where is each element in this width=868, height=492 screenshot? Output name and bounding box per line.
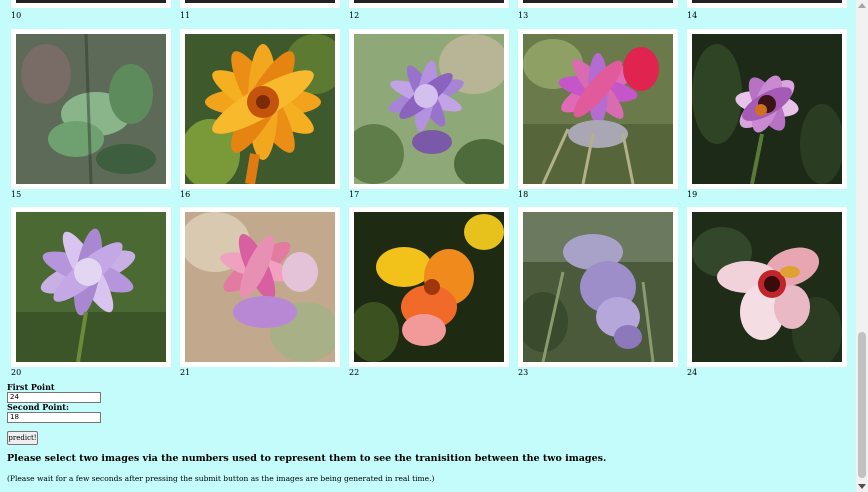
scroll-up-icon[interactable] [858,3,866,8]
image-number-label: 17 [349,190,360,199]
image-number-label: 23 [518,368,529,377]
scrollbar-thumb[interactable] [858,332,866,478]
image-number-label: 14 [687,11,698,20]
image-tile-partial[interactable] [349,0,509,8]
vertical-scrollbar[interactable] [856,0,868,492]
image-tile-21[interactable] [180,207,340,367]
white-pink-flower-image [692,212,842,362]
purple-wisteria-image [523,212,673,362]
second-point-label: Second Point: [7,402,69,412]
image-number-label: 22 [349,368,360,377]
second-point-input[interactable]: 18 [7,412,101,423]
image-number-label: 24 [687,368,698,377]
pink-lily-image [185,212,335,362]
instructions-text: Please select two images via the numbers… [7,453,607,464]
image-tile-partial[interactable] [687,0,847,8]
yellow-orange-flower-image [354,212,504,362]
lavender-thistle-image [16,212,166,362]
image-tile-partial[interactable] [518,0,678,8]
image-number-label: 21 [180,368,191,377]
image-tile-partial[interactable] [11,0,171,8]
image-number-label: 12 [349,11,360,20]
image-tile-22[interactable] [349,207,509,367]
image-number-label: 13 [518,11,529,20]
image-tile-15[interactable] [11,29,171,189]
image-tile-19[interactable] [687,29,847,189]
purple-thistle-image [354,34,504,184]
image-number-label: 11 [180,11,191,20]
image-number-label: 20 [11,368,22,377]
first-point-label: First Point [7,382,55,392]
wait-note: (Please wait for a few seconds after pre… [7,474,435,483]
image-tile-17[interactable] [349,29,509,189]
image-tile-23[interactable] [518,207,678,367]
image-tile-24[interactable] [687,207,847,367]
green-leaves-image [16,34,166,184]
dark-pink-flower-image [692,34,842,184]
image-number-label: 19 [687,190,698,199]
orange-flower-image [185,34,335,184]
scroll-down-icon[interactable] [858,484,866,489]
predict-button[interactable]: predict! [7,431,38,445]
image-number-label: 16 [180,190,191,199]
image-number-label: 10 [11,11,22,20]
image-number-label: 18 [518,190,529,199]
image-tile-20[interactable] [11,207,171,367]
image-tile-18[interactable] [518,29,678,189]
image-tile-partial[interactable] [180,0,340,8]
image-tile-16[interactable] [180,29,340,189]
image-number-label: 15 [11,190,22,199]
pink-flower-image [523,34,673,184]
page: 10 11 12 13 14 15 16 17 18 19 20 21 22 2… [0,0,856,492]
